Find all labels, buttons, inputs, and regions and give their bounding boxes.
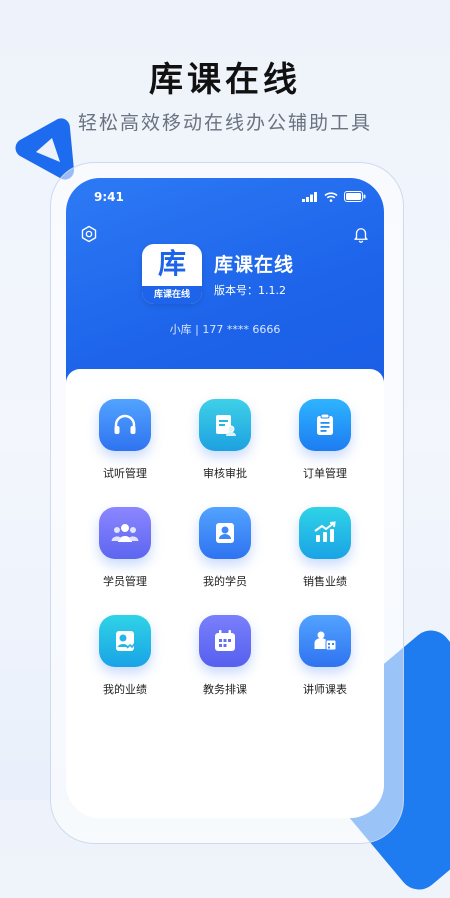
headphones-icon xyxy=(114,414,136,434)
app-name: 库课在线 xyxy=(214,254,295,276)
menu-item-label: 我的业绩 xyxy=(103,683,147,696)
bell-icon[interactable] xyxy=(352,225,370,243)
my-performance-icon xyxy=(116,631,136,651)
app-logo-strip: 库课在线 xyxy=(142,286,202,304)
settings-icon[interactable] xyxy=(80,225,98,243)
app-version: 版本号：1.1.2 xyxy=(214,284,286,297)
menu-item-order-management[interactable]: 订单管理 xyxy=(275,399,375,481)
app-logo: 库 库课在线 xyxy=(142,244,202,304)
calendar-icon xyxy=(215,630,235,651)
menu-item-my-students[interactable]: 我的学员 xyxy=(175,507,275,589)
menu-item-label: 教务排课 xyxy=(203,683,247,696)
teacher-schedule-icon xyxy=(314,631,337,651)
menu-item-label: 销售业绩 xyxy=(303,575,347,588)
menu-item-review-approval[interactable]: 审核审批 xyxy=(175,399,275,481)
clipboard-icon xyxy=(317,413,333,435)
menu-item-label: 订单管理 xyxy=(303,467,347,480)
menu-item-teacher-schedule[interactable]: 讲师课表 xyxy=(275,615,375,697)
menu-item-sales-performance[interactable]: 销售业绩 xyxy=(275,507,375,589)
user-account-info: 小库 | 177 **** 6666 xyxy=(169,323,281,336)
menu-item-course-scheduling[interactable]: 教务排课 xyxy=(175,615,275,697)
wifi-icon xyxy=(324,191,338,202)
promo-headline: 库课在线 xyxy=(149,60,301,100)
menu-item-label: 审核审批 xyxy=(203,467,247,480)
menu-item-trial-management[interactable]: 试听管理 xyxy=(75,399,175,481)
app-logo-mark: 库 xyxy=(157,247,186,280)
menu-panel: 试听管理 审核审批 订单管理 学员管理 我的学员 销售业绩 我的业绩 教务排课 … xyxy=(66,369,384,818)
menu-item-label: 试听管理 xyxy=(103,467,147,480)
users-group-icon xyxy=(111,524,139,542)
status-time: 9:41 xyxy=(94,190,124,204)
app-screen: 9:41 库 库课在线 库课在线 版本号：1.1.2 小库 | 177 ****… xyxy=(66,178,384,818)
menu-item-label: 讲师课表 xyxy=(303,683,347,696)
header-hero: 9:41 库 库课在线 库课在线 版本号：1.1.2 小库 | 177 ****… xyxy=(66,178,384,388)
growth-chart-icon xyxy=(314,521,336,542)
battery-icon xyxy=(344,191,366,202)
review-document-icon xyxy=(216,415,236,436)
menu-item-label: 学员管理 xyxy=(103,575,147,588)
menu-item-label: 我的学员 xyxy=(203,575,247,588)
signal-icon xyxy=(302,191,317,202)
menu-item-my-performance[interactable]: 我的业绩 xyxy=(75,615,175,697)
student-icon xyxy=(216,523,234,543)
menu-item-student-management[interactable]: 学员管理 xyxy=(75,507,175,589)
status-bar: 9:41 xyxy=(94,190,366,206)
